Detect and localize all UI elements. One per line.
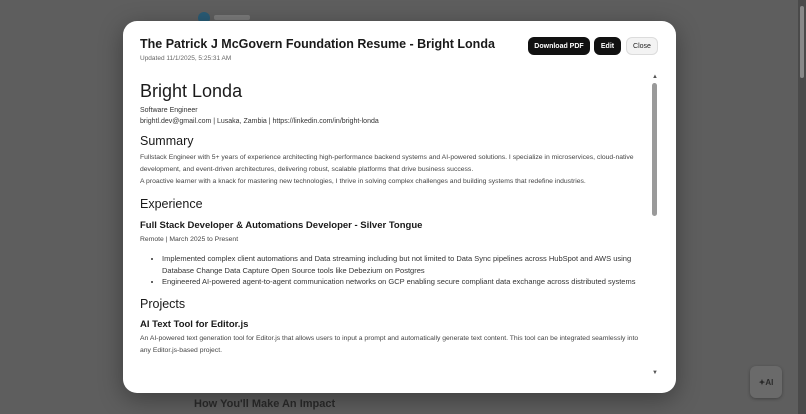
job-title: Full Stack Developer & Automations Devel… <box>140 220 423 231</box>
resume-content[interactable]: Bright Londa Software Engineer brightl.d… <box>140 77 645 382</box>
resume-contact: brightl.dev@gmail.com | Lusaka, Zambia |… <box>140 118 379 125</box>
list-item: Engineered AI-powered agent-to-agent com… <box>162 276 645 288</box>
resume-name: Bright Londa <box>140 81 243 101</box>
summary-heading: Summary <box>140 134 194 148</box>
updated-timestamp: Updated 11/1/2025, 5:25:31 AM <box>140 55 232 62</box>
modal-scrollbar-thumb[interactable] <box>652 83 657 216</box>
scroll-up-icon[interactable]: ▲ <box>651 74 659 80</box>
resume-modal: The Patrick J McGovern Foundation Resume… <box>123 21 676 393</box>
ai-assistant-button[interactable]: ✦AI <box>750 366 782 398</box>
scroll-down-icon[interactable]: ▼ <box>651 370 659 376</box>
modal-title: The Patrick J McGovern Foundation Resume… <box>140 37 495 51</box>
resume-role: Software Engineer <box>140 107 198 114</box>
project-description: An AI-powered text generation tool for E… <box>140 334 639 354</box>
experience-heading: Experience <box>140 197 203 211</box>
page-scrollbar-thumb[interactable] <box>800 6 804 78</box>
project-title: AI Text Tool for Editor.js <box>140 318 249 330</box>
summary-paragraph: A proactive learner with a knack for mas… <box>140 178 586 185</box>
job-bullets: Implemented complex client automations a… <box>140 253 645 288</box>
modal-scrollbar[interactable]: ▲ ▼ <box>651 74 659 376</box>
job-meta: Remote | March 2025 to Present <box>140 236 239 243</box>
page-scrollbar[interactable] <box>798 0 806 414</box>
background-section-heading: How You'll Make An Impact <box>194 398 336 410</box>
background-header-text <box>214 15 250 20</box>
summary-paragraph: Fullstack Engineer with 5+ years of expe… <box>140 154 634 173</box>
download-pdf-button[interactable]: Download PDF <box>528 37 590 55</box>
edit-button[interactable]: Edit <box>594 37 621 55</box>
projects-heading: Projects <box>140 296 186 311</box>
close-button[interactable]: Close <box>626 37 658 55</box>
list-item: Implemented complex client automations a… <box>162 253 645 276</box>
